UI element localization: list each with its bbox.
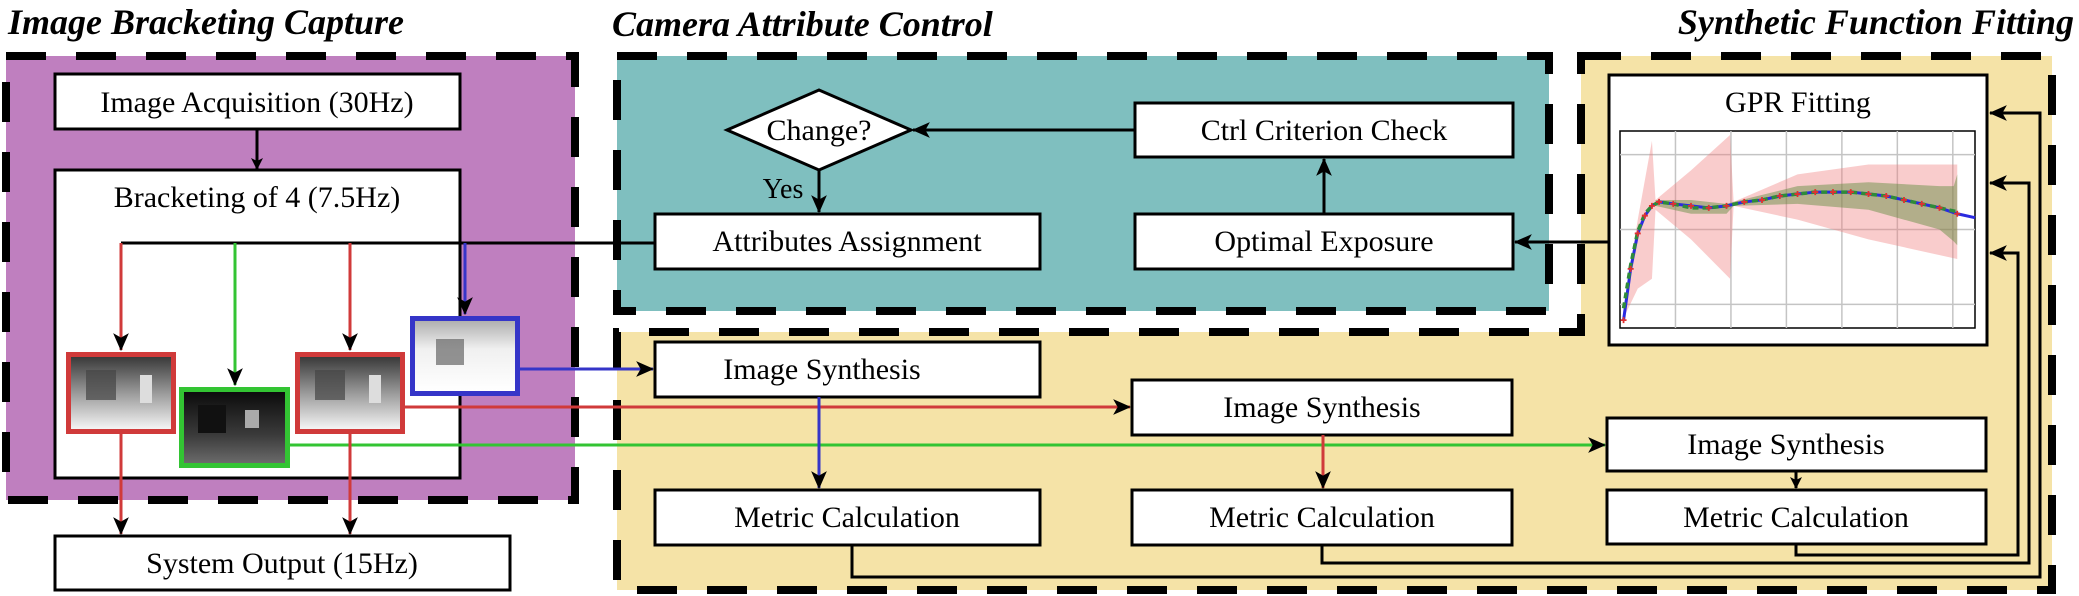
image-synthesis-label-1: Image Synthesis <box>723 353 920 386</box>
system-output-node: System Output (15Hz) <box>53 534 512 592</box>
frame-thumbnail-3 <box>295 352 405 434</box>
metric-calculation-node-2: Metric Calculation <box>1130 488 1514 547</box>
image-synthesis-label-2: Image Synthesis <box>1223 391 1420 424</box>
attributes-assignment-label: Attributes Assignment <box>712 225 982 258</box>
optimal-exposure-node: Optimal Exposure <box>1133 212 1515 271</box>
camera-control-region <box>617 56 1549 311</box>
image-synthesis-node-2: Image Synthesis <box>1130 378 1514 437</box>
bracketing-label: Bracketing of 4 (7.5Hz) <box>114 181 401 214</box>
metric-calculation-node-1: Metric Calculation <box>653 488 1042 547</box>
image-synthesis-label-3: Image Synthesis <box>1687 428 1884 461</box>
image-synthesis-node-3: Image Synthesis <box>1605 416 1988 473</box>
title-bracketing: Image Bracketing Capture <box>7 2 404 42</box>
system-output-label: System Output (15Hz) <box>146 547 418 580</box>
gpr-fitting-label: GPR Fitting <box>1725 86 1871 119</box>
frame-thumbnail-2 <box>179 387 290 468</box>
image-synthesis-node-1: Image Synthesis <box>653 340 1042 399</box>
image-acquisition-node: Image Acquisition (30Hz) <box>53 72 462 131</box>
ctrl-criterion-check-label: Ctrl Criterion Check <box>1201 114 1448 147</box>
metric-calculation-node-3: Metric Calculation <box>1605 488 1988 546</box>
optimal-exposure-label: Optimal Exposure <box>1214 225 1433 258</box>
attributes-assignment-node: Attributes Assignment <box>653 212 1042 271</box>
image-acquisition-label: Image Acquisition (30Hz) <box>100 86 413 119</box>
title-function-fitting: Synthetic Function Fitting <box>1678 2 2074 42</box>
title-camera-control: Camera Attribute Control <box>612 4 993 44</box>
pipeline-diagram: Image Bracketing Capture Camera Attribut… <box>0 0 2079 596</box>
metric-calculation-label-3: Metric Calculation <box>1683 501 1909 534</box>
change-decision-label: Change? <box>767 114 872 147</box>
ctrl-criterion-check-node: Ctrl Criterion Check <box>1133 101 1515 159</box>
yes-label: Yes <box>763 174 804 205</box>
frame-thumbnail-1 <box>66 352 176 434</box>
frame-thumbnail-4 <box>410 316 520 396</box>
metric-calculation-label-1: Metric Calculation <box>734 501 960 534</box>
gpr-chart <box>1619 130 1976 329</box>
metric-calculation-label-2: Metric Calculation <box>1209 501 1435 534</box>
